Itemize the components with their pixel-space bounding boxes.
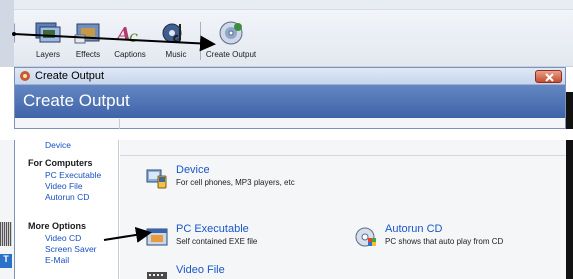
- dialog-body: [15, 118, 565, 129]
- main-toolbar: es Layers Effects A c Captions: [0, 0, 573, 67]
- nav-link-screen-saver[interactable]: Screen Saver: [45, 244, 97, 254]
- toolbar-button-create-output[interactable]: Create Output: [200, 20, 262, 64]
- toolbar-button-layers[interactable]: Layers: [30, 20, 66, 64]
- toolbar-button-effects[interactable]: Effects: [70, 20, 106, 64]
- autorun-cd-icon: [355, 227, 376, 247]
- toolbar-button-captions[interactable]: A c Captions: [110, 20, 150, 64]
- option-title: Autorun CD: [385, 223, 443, 235]
- screenshot-gap: [0, 129, 573, 140]
- toolbar-button-music[interactable]: Music: [160, 20, 192, 64]
- screenshot-stage: es Layers Effects A c Captions: [0, 0, 573, 279]
- film-icon: [147, 272, 167, 279]
- option-description: Self contained EXE file: [176, 237, 258, 246]
- dialog-banner: Create Output: [15, 85, 565, 118]
- create-output-dialog: Create Output Create Output: [14, 67, 566, 129]
- background-window-edge: [566, 92, 573, 132]
- layers-icon: [35, 22, 61, 43]
- nav-link-device[interactable]: Device: [45, 140, 71, 150]
- option-device[interactable]: Device For cell phones, MP3 players, etc: [146, 164, 326, 191]
- toolbar-label: Layers: [35, 50, 60, 59]
- option-title: PC Executable: [176, 223, 249, 235]
- disc-icon: [219, 21, 243, 45]
- section-divider: [120, 155, 567, 156]
- music-icon: [162, 23, 182, 43]
- nav-link-pc-executable[interactable]: PC Executable: [45, 170, 101, 180]
- option-pc-executable[interactable]: PC Executable Self contained EXE file: [146, 223, 306, 250]
- option-description: PC shows that auto play from CD: [385, 237, 504, 246]
- dialog-title: Create Output: [35, 70, 105, 82]
- app-icon: [20, 71, 30, 81]
- dialog-heading: Create Output: [23, 91, 130, 110]
- pane-divider: [119, 119, 120, 129]
- nav-link-autorun-cd[interactable]: Autorun CD: [45, 192, 89, 202]
- nav-link-video-file[interactable]: Video File: [45, 181, 83, 191]
- option-title: Video File: [176, 264, 225, 276]
- effects-icon: [74, 23, 100, 44]
- captions-icon: A c: [115, 24, 138, 46]
- option-autorun-cd[interactable]: Autorun CD PC shows that auto play from …: [355, 223, 555, 250]
- toolbar-label: Create Output: [205, 50, 257, 59]
- option-title: Device: [176, 164, 210, 176]
- dialog-titlebar[interactable]: Create Output: [15, 68, 565, 85]
- option-description: For cell phones, MP3 players, etc: [176, 178, 295, 187]
- option-video-file[interactable]: Video File: [146, 264, 306, 279]
- background-letter-fragment: T: [0, 254, 12, 268]
- close-icon: [545, 73, 554, 82]
- toolbar-label: Effects: [75, 50, 101, 59]
- close-button[interactable]: [535, 70, 562, 83]
- background-grid-fragment: [0, 222, 12, 246]
- output-nav: Device For Computers PC Executable Video…: [15, 140, 119, 279]
- toolbar-label: Music: [165, 50, 187, 59]
- device-icon: [146, 169, 167, 189]
- nav-section-title: For Computers: [28, 158, 93, 168]
- nav-link-video-cd[interactable]: Video CD: [45, 233, 81, 243]
- toolbar-top-strip: [0, 0, 573, 10]
- background-window-edge: [0, 0, 14, 67]
- background-window-edge: [0, 67, 14, 129]
- nav-link-email[interactable]: E-Mail: [45, 255, 69, 265]
- background-window-edge: [566, 140, 573, 279]
- create-output-panel: Device For Computers PC Executable Video…: [14, 140, 567, 279]
- pc-executable-icon: [146, 228, 168, 246]
- toolbar-label: Captions: [114, 50, 146, 59]
- nav-section-title: More Options: [28, 221, 86, 231]
- svg-text:c: c: [129, 27, 138, 46]
- output-options-area: Device For cell phones, MP3 players, etc…: [120, 140, 567, 279]
